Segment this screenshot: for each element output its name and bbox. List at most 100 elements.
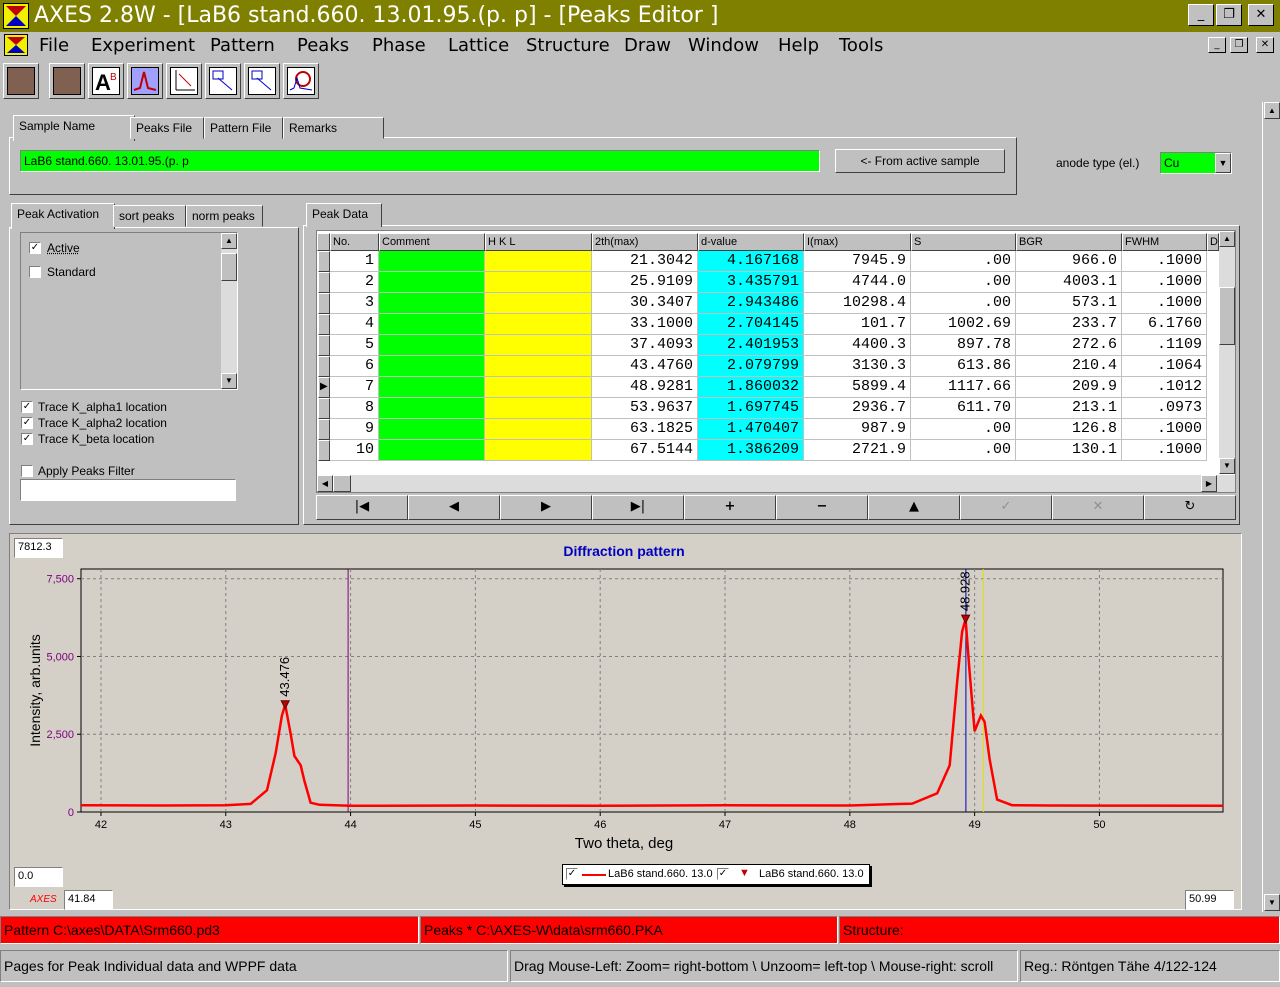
cell-hkl[interactable]: [485, 293, 592, 314]
trace-k-beta-checkbox[interactable]: ✓: [21, 433, 33, 445]
cell-s[interactable]: .00: [911, 440, 1016, 461]
tab-peak-data[interactable]: Peak Data: [306, 203, 382, 227]
cell-comment[interactable]: [379, 272, 485, 293]
cell-comment[interactable]: [379, 419, 485, 440]
tab-remarks[interactable]: Remarks: [283, 117, 384, 139]
active-checkbox[interactable]: ✓: [29, 242, 41, 254]
cell-hkl[interactable]: [485, 314, 592, 335]
close-button[interactable]: ✕: [1248, 4, 1274, 26]
child-minimize-button[interactable]: _: [1208, 37, 1226, 53]
column-header-d[interactable]: D: [1207, 233, 1219, 251]
cell-d-value[interactable]: 1.470407: [698, 419, 804, 440]
cell-hkl[interactable]: [485, 251, 592, 272]
column-header-hkl[interactable]: H K L: [485, 233, 592, 251]
column-header-i-max[interactable]: I(max): [804, 233, 911, 251]
cell-d-value[interactable]: 2.401953: [698, 335, 804, 356]
table-horizontal-scrollbar[interactable]: ◀ ▶: [317, 475, 1235, 492]
scroll-down-icon[interactable]: ▼: [1219, 458, 1235, 474]
cell-no[interactable]: 8: [330, 398, 379, 419]
scroll-up-icon[interactable]: ▲: [1264, 102, 1280, 119]
table-vertical-scrollbar[interactable]: ▲ ▼: [1219, 231, 1235, 474]
cell-hkl[interactable]: [485, 419, 592, 440]
scroll-down-icon[interactable]: ▼: [1264, 894, 1280, 911]
cell-fwhm[interactable]: .1000: [1122, 440, 1207, 461]
y-min-input[interactable]: 0.0: [14, 867, 63, 887]
x-min-input[interactable]: 41.84: [64, 890, 113, 910]
row-indicator[interactable]: [318, 419, 330, 440]
cell-comment[interactable]: [379, 398, 485, 419]
row-indicator[interactable]: [318, 440, 330, 461]
tab-sort-peaks[interactable]: sort peaks: [113, 205, 186, 227]
cell-hkl[interactable]: [485, 398, 592, 419]
nav-delete-button[interactable]: −: [776, 495, 868, 520]
cell-i-max[interactable]: 10298.4: [804, 293, 911, 314]
cell-comment[interactable]: [379, 251, 485, 272]
cell-i-max[interactable]: 2936.7: [804, 398, 911, 419]
cell-2theta[interactable]: 33.1000: [592, 314, 698, 335]
cell-d-value[interactable]: 2.704145: [698, 314, 804, 335]
cell-d-value[interactable]: 2.079799: [698, 356, 804, 377]
tab-sample-name[interactable]: Sample Name: [13, 115, 135, 141]
child-window-icon[interactable]: [4, 34, 28, 56]
cell-bgr[interactable]: 4003.1: [1016, 272, 1122, 293]
menu-pattern[interactable]: Pattern: [210, 35, 275, 57]
cell-s[interactable]: 1002.69: [911, 314, 1016, 335]
row-indicator[interactable]: [318, 314, 330, 335]
cell-no[interactable]: 5: [330, 335, 379, 356]
tab-pattern-file[interactable]: Pattern File: [204, 117, 283, 139]
nav-prior-button[interactable]: ◀: [408, 495, 500, 520]
cell-i-max[interactable]: 3130.3: [804, 356, 911, 377]
nav-cancel-button[interactable]: ✕: [1052, 495, 1144, 520]
diffraction-chart[interactable]: 42 43 44 45 46 47 48 49 50 0 2,500 5,000 7,500 Diffra…: [10, 534, 1241, 909]
cell-hkl[interactable]: [485, 272, 592, 293]
cell-d-value[interactable]: 1.860032: [698, 377, 804, 398]
menu-structure[interactable]: Structure: [526, 35, 610, 57]
scroll-down-icon[interactable]: ▼: [221, 373, 237, 389]
cell-2theta[interactable]: 48.9281: [592, 377, 698, 398]
cell-no[interactable]: 3: [330, 293, 379, 314]
column-header-fwhm[interactable]: FWHM: [1122, 233, 1207, 251]
axes-tool-button[interactable]: [166, 63, 202, 99]
cell-2theta[interactable]: 25.9109: [592, 272, 698, 293]
cell-i-max[interactable]: 4400.3: [804, 335, 911, 356]
cell-i-max[interactable]: 2721.9: [804, 440, 911, 461]
cell-fwhm[interactable]: .1000: [1122, 293, 1207, 314]
cell-bgr[interactable]: 573.1: [1016, 293, 1122, 314]
cell-bgr[interactable]: 966.0: [1016, 251, 1122, 272]
cell-fwhm[interactable]: .1000: [1122, 419, 1207, 440]
cell-d-value[interactable]: 3.435791: [698, 272, 804, 293]
menu-help[interactable]: Help: [778, 35, 819, 57]
list-scrollbar[interactable]: ▲ ▼: [221, 233, 237, 389]
font-tool-button[interactable]: AB: [88, 63, 124, 99]
cell-d-value[interactable]: 2.943486: [698, 293, 804, 314]
row-indicator[interactable]: [318, 398, 330, 419]
cell-i-max[interactable]: 101.7: [804, 314, 911, 335]
legend-series1-checkbox[interactable]: ✓: [566, 868, 578, 880]
cell-bgr[interactable]: 130.1: [1016, 440, 1122, 461]
cell-d-value[interactable]: 1.386209: [698, 440, 804, 461]
cell-comment[interactable]: [379, 314, 485, 335]
nav-refresh-button[interactable]: ↻: [1144, 495, 1236, 520]
cell-no[interactable]: 1: [330, 251, 379, 272]
standard-checkbox[interactable]: [29, 266, 41, 278]
cell-fwhm[interactable]: 6.1760: [1122, 314, 1207, 335]
peaks-filter-input[interactable]: [20, 479, 236, 501]
cell-comment[interactable]: [379, 356, 485, 377]
menu-experiment[interactable]: Experiment: [91, 35, 195, 57]
scroll-thumb-horizontal[interactable]: [333, 475, 351, 492]
cell-s[interactable]: 1117.66: [911, 377, 1016, 398]
cell-2theta[interactable]: 53.9637: [592, 398, 698, 419]
anode-select[interactable]: Cu ▼: [1160, 152, 1232, 174]
cell-no[interactable]: 4: [330, 314, 379, 335]
scroll-up-icon[interactable]: ▲: [221, 233, 237, 249]
tool-button-2[interactable]: [49, 63, 85, 99]
scroll-right-icon[interactable]: ▶: [1201, 475, 1217, 492]
scroll-up-icon[interactable]: ▲: [1219, 231, 1235, 247]
scroll-thumb[interactable]: [1219, 287, 1235, 345]
cell-fwhm[interactable]: .1109: [1122, 335, 1207, 356]
cell-fwhm[interactable]: .1064: [1122, 356, 1207, 377]
nav-post-button[interactable]: ✓: [960, 495, 1052, 520]
cell-s[interactable]: .00: [911, 293, 1016, 314]
child-close-button[interactable]: ✕: [1256, 37, 1274, 53]
nav-last-button[interactable]: ▶|: [592, 495, 684, 520]
